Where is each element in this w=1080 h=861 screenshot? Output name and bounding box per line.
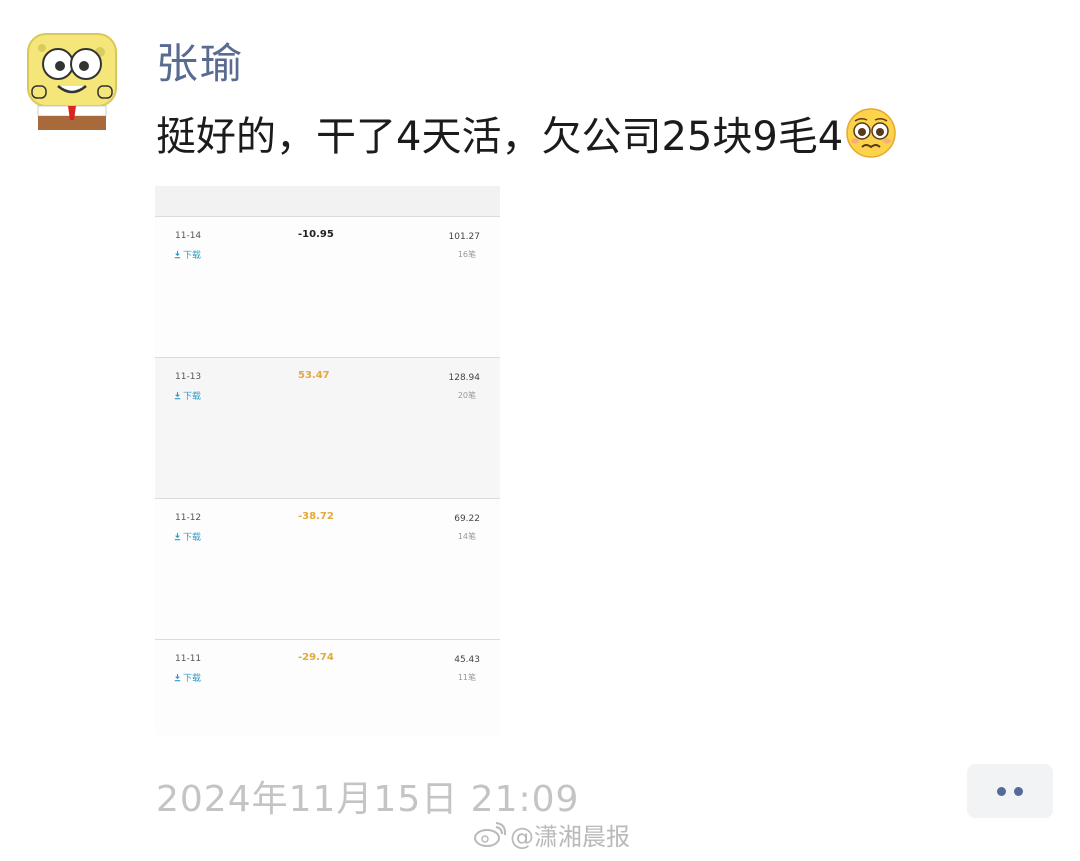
post-text: 挺好的，干了4天活，欠公司25块9毛4 (156, 104, 897, 162)
download-label: 下载 (183, 392, 202, 402)
record-total: 128.94 (448, 373, 481, 383)
download-icon (174, 673, 181, 682)
avatar[interactable] (22, 28, 122, 134)
pleading-face-emoji-icon (845, 107, 897, 159)
avatar-image (27, 33, 117, 130)
record-row: 11-14 下载 -10.95 101.27 16笔 (155, 216, 500, 358)
record-count: 11笔 (457, 673, 476, 682)
screenshot-header-bar (155, 186, 500, 217)
download-icon (174, 532, 181, 541)
watermark-text: @潇湘晨报 (510, 823, 630, 851)
record-total: 69.22 (454, 514, 480, 524)
record-count: 16笔 (457, 250, 476, 259)
record-row: 11-13 下载 53.47 128.94 20笔 (155, 357, 500, 499)
download-link: 下载 (173, 671, 201, 684)
record-date: 11-11 (175, 654, 202, 664)
dot-icon (997, 786, 1006, 796)
download-icon (174, 250, 181, 259)
download-icon (174, 391, 181, 400)
record-amount: -10.95 (298, 229, 334, 240)
record-total: 45.43 (454, 655, 480, 665)
download-label: 下载 (183, 674, 202, 684)
download-label: 下载 (183, 533, 202, 543)
username[interactable]: 张瑜 (156, 30, 244, 91)
download-link: 下载 (173, 248, 201, 261)
record-total: 101.27 (448, 232, 481, 242)
watermark: @潇湘晨报 (472, 817, 630, 852)
post-text-content: 挺好的，干了4天活，欠公司25块9毛4 (156, 114, 844, 160)
record-amount: -38.72 (298, 511, 334, 522)
dot-icon (1014, 786, 1023, 796)
record-row: 11-12 下载 -38.72 69.22 14笔 (155, 498, 500, 640)
record-date: 11-14 (175, 231, 202, 241)
record-date: 11-12 (175, 513, 202, 523)
download-link: 下载 (173, 389, 201, 402)
download-link: 下载 (173, 530, 201, 543)
record-date: 11-13 (175, 372, 202, 382)
record-amount: 53.47 (298, 370, 330, 381)
attached-screenshot[interactable]: 11-14 下载 -10.95 101.27 16笔 11-13 下载 53.4… (155, 186, 500, 735)
record-row: 11-11 下载 -29.74 45.43 11笔 (155, 639, 500, 735)
weibo-icon (474, 821, 506, 847)
post-timestamp: 2024年11月15日 21:09 (156, 779, 580, 820)
download-label: 下载 (183, 251, 202, 261)
record-count: 14笔 (457, 532, 476, 541)
more-options-button[interactable] (967, 764, 1053, 818)
record-count: 20笔 (457, 391, 476, 400)
record-amount: -29.74 (298, 652, 334, 663)
